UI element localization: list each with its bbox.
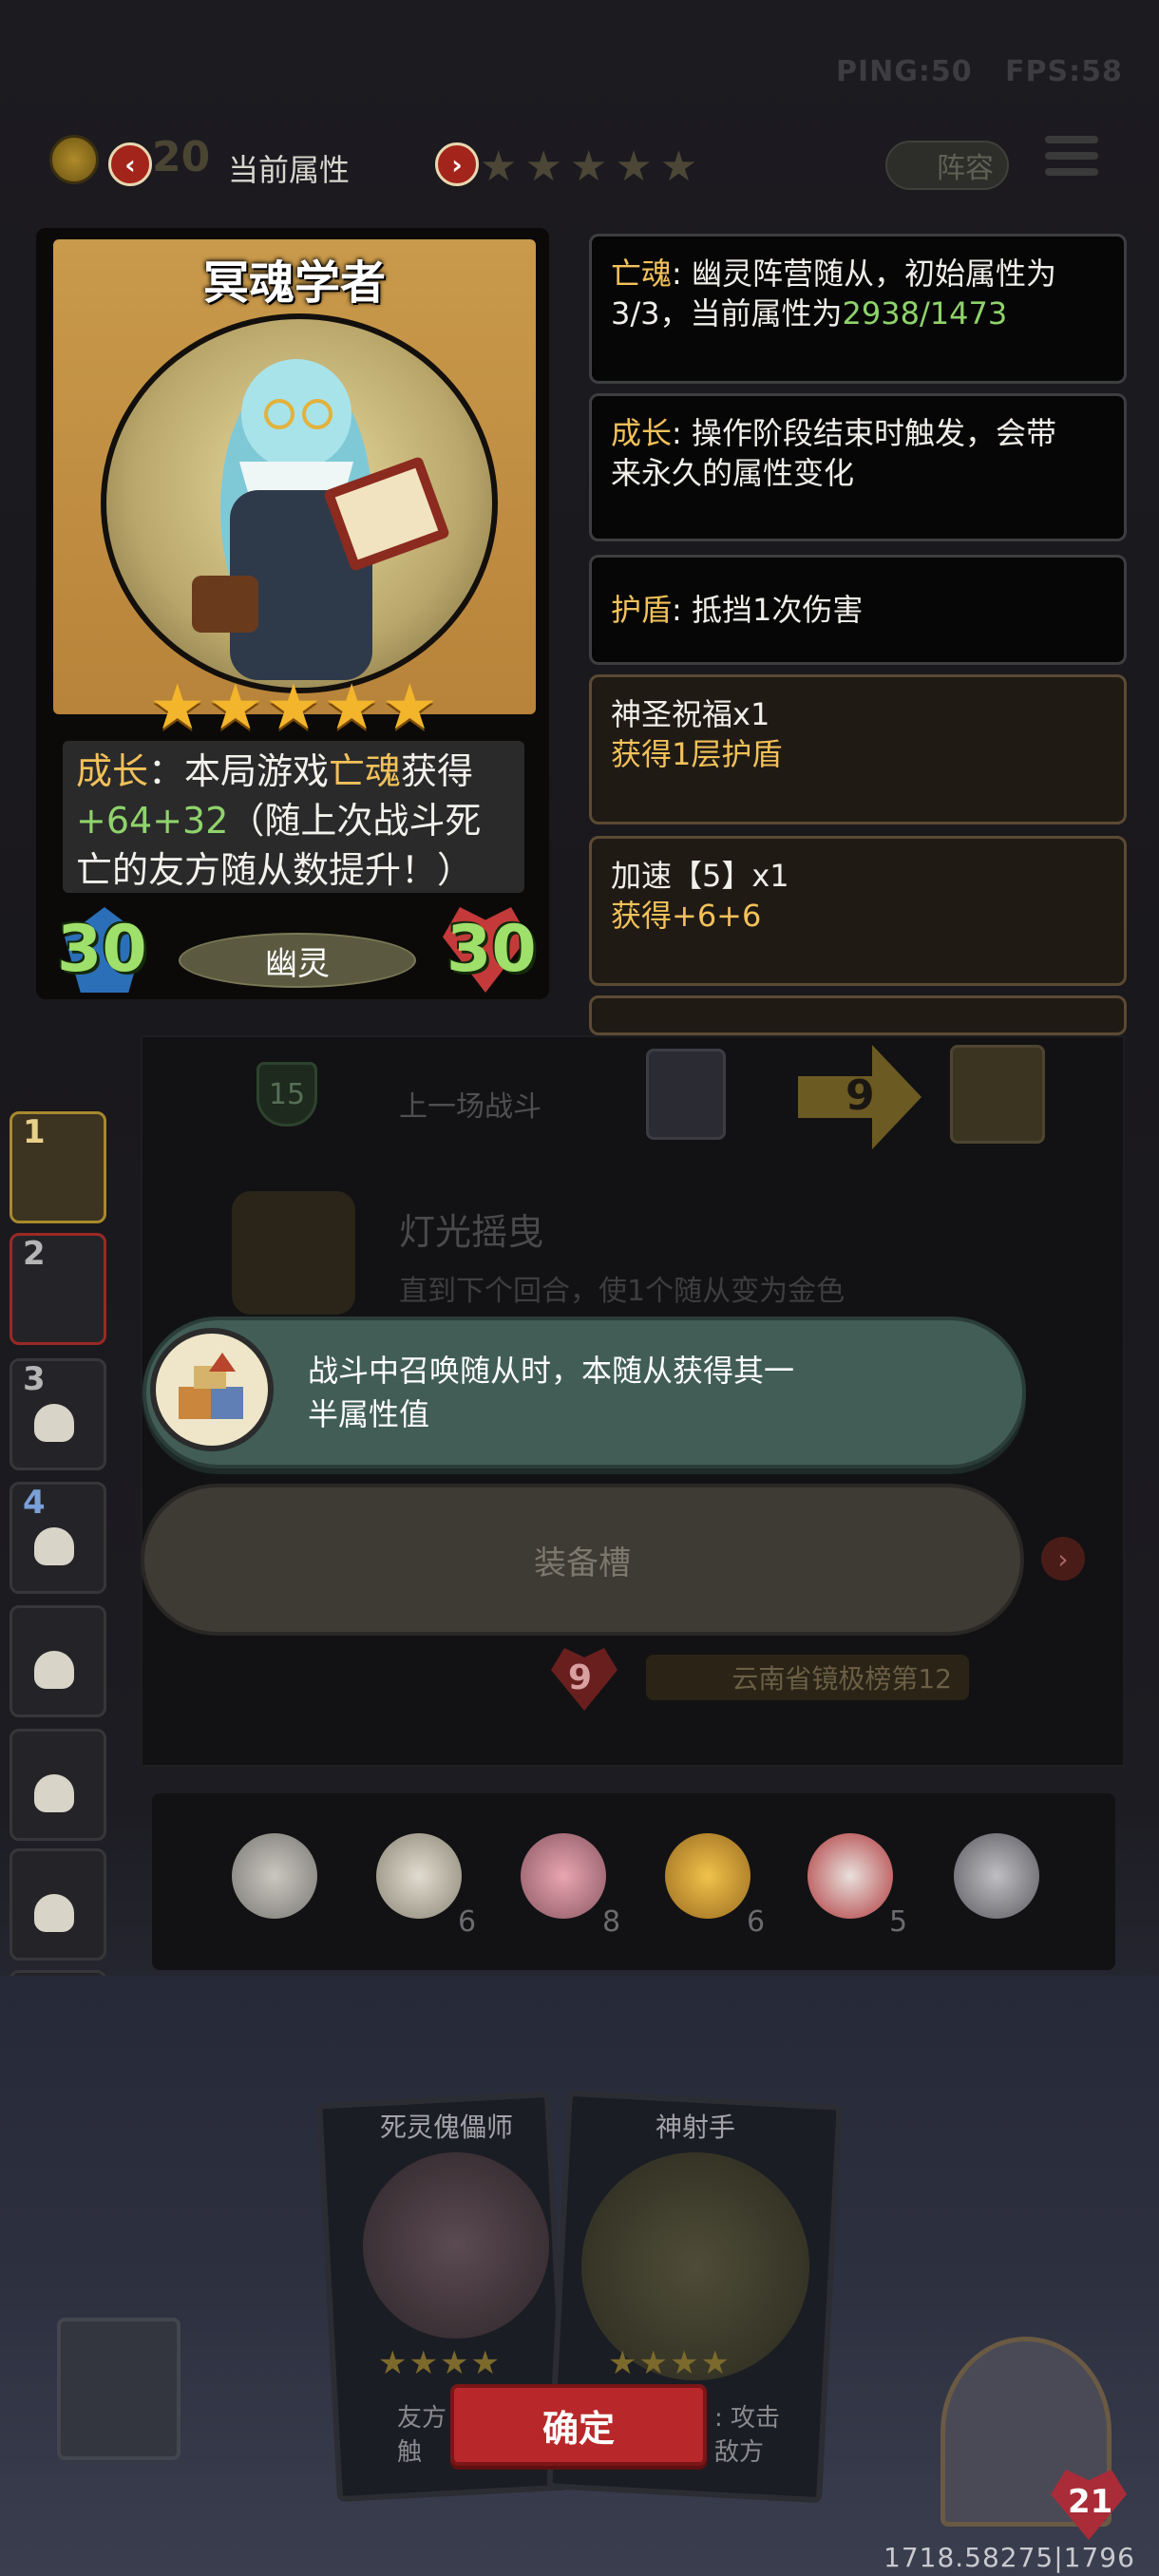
team-button[interactable]: 阵容 bbox=[885, 141, 1009, 190]
skull-icon bbox=[34, 1774, 74, 1812]
damage-value: 9 bbox=[846, 1071, 875, 1120]
rank-heart-value: 9 bbox=[568, 1658, 593, 1697]
item-count: 6 bbox=[747, 1905, 766, 1939]
skull-icon bbox=[34, 1527, 74, 1565]
player-avatar bbox=[57, 2318, 180, 2460]
card-stars: ★★★★ bbox=[608, 2344, 732, 2382]
hero-attack: 30 bbox=[57, 912, 147, 987]
item-count: 6 bbox=[458, 1905, 477, 1939]
roster-slot-number: 3 bbox=[23, 1360, 46, 1398]
opponent-avatar bbox=[646, 1049, 726, 1140]
tavern-stars: ★★★★★ bbox=[480, 142, 706, 191]
menu-icon[interactable] bbox=[1045, 136, 1098, 189]
roster-slot-number: 2 bbox=[23, 1235, 46, 1273]
spell-title: 灯光摇曳 bbox=[399, 1211, 544, 1253]
rank-label: 云南省镜极榜第12 bbox=[646, 1655, 969, 1700]
lantern-icon bbox=[232, 1191, 355, 1315]
buff-box-holy-blessing: 神圣祝福x1 获得1层护盾 bbox=[589, 674, 1127, 824]
buff-box-haste: 加速【5】x1 获得+6+6 bbox=[589, 836, 1127, 986]
card-name: 死灵傀儡师 bbox=[380, 2112, 514, 2143]
team-button-label: 阵容 bbox=[937, 152, 994, 185]
roster-slot-number: 4 bbox=[23, 1484, 46, 1522]
prev-battle-label: 上一场战斗 bbox=[399, 1090, 542, 1124]
card-text: : 攻击 敌方 bbox=[714, 2404, 781, 2467]
panel-title: 当前属性 bbox=[228, 152, 351, 188]
coordinate-readout: 1718.58275|1796 bbox=[884, 2542, 1135, 2573]
scholar-ghost-portrait bbox=[101, 313, 498, 693]
hero-health: 30 bbox=[446, 912, 537, 987]
opponent-avatar-2 bbox=[950, 1045, 1045, 1144]
coin-count: 20 bbox=[152, 133, 211, 181]
card-name: 神射手 bbox=[656, 2112, 736, 2143]
teacup-icon[interactable] bbox=[376, 1833, 462, 1919]
skull-icon bbox=[34, 1894, 74, 1932]
cupcake-icon[interactable] bbox=[521, 1833, 606, 1919]
clown-icon[interactable] bbox=[808, 1833, 893, 1919]
confirm-button[interactable]: 确定 bbox=[450, 2384, 707, 2466]
item-count: 8 bbox=[602, 1905, 621, 1939]
tribe-badge: 幽灵 bbox=[179, 933, 416, 988]
card-text: 友方触 bbox=[397, 2404, 447, 2467]
alarm-clock-icon[interactable] bbox=[232, 1833, 317, 1919]
buff-box-partial bbox=[589, 995, 1127, 1035]
next-button[interactable]: › bbox=[435, 142, 479, 186]
keyword-box-shield: 护盾: 抵挡1次伤害 bbox=[589, 555, 1127, 665]
spell-description: 直到下个回合，使1个随从变为金色 bbox=[399, 1275, 846, 1308]
turn-badge: 15 bbox=[256, 1062, 317, 1127]
keyword-box-wraith: 亡魂: 幽灵阵营随从，初始属性为 3/3，当前属性为2938/1473 bbox=[589, 234, 1127, 384]
building-blocks-icon bbox=[150, 1328, 274, 1451]
chicken-toy-icon[interactable] bbox=[665, 1833, 750, 1919]
game-screen: PING:50 FPS:58 20 ‹ 当前属性 › ★★★★★ 阵容 冥魂学者… bbox=[0, 0, 1159, 2576]
clown-puppet-art bbox=[363, 2152, 549, 2339]
hero-name: 冥魂学者 bbox=[202, 256, 386, 310]
skull-icon bbox=[34, 1651, 74, 1689]
roster-slot-number: 1 bbox=[23, 1113, 46, 1151]
tooltip-text: 战斗中召唤随从时，本随从获得其一 半属性值 bbox=[308, 1353, 795, 1432]
prev-button[interactable]: ‹ bbox=[108, 142, 152, 186]
keyword-box-growth: 成长: 操作阶段结束时触发，会带 来永久的属性变化 bbox=[589, 393, 1127, 541]
equipment-slot-label: 装备槽 bbox=[534, 1544, 631, 1582]
coin-icon bbox=[49, 135, 99, 184]
hero-stars: ★★★★★ bbox=[149, 671, 440, 744]
skull-icon bbox=[34, 1404, 74, 1442]
shield-icon[interactable] bbox=[954, 1833, 1039, 1919]
item-count: 5 bbox=[889, 1905, 908, 1939]
chevron-right-icon[interactable]: › bbox=[1041, 1537, 1085, 1581]
card-stars: ★★★★ bbox=[378, 2344, 502, 2382]
opponent-health: 21 bbox=[1068, 2483, 1113, 2521]
hero-description: 成长：本局游戏亡魂获得 +64+32（随上次战斗死 亡的友方随从数提升！） bbox=[63, 741, 524, 893]
ping-fps-readout: PING:50 FPS:58 bbox=[836, 55, 1123, 88]
